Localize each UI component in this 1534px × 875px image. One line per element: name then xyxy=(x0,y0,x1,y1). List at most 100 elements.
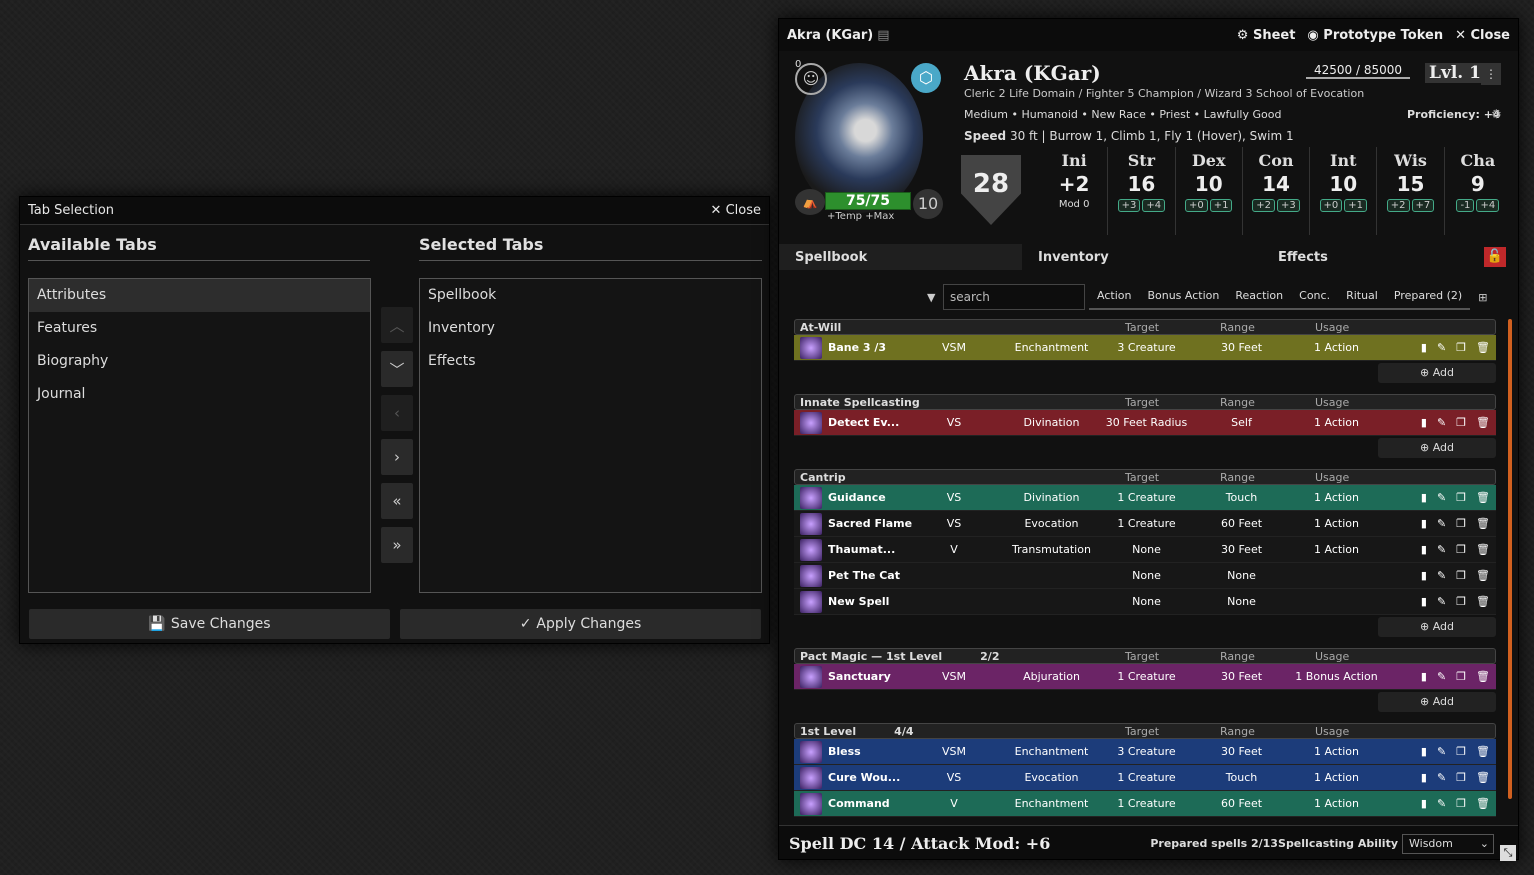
spell-row[interactable]: Sacred Flame VS Evocation 1 Creature 60 Feet… xyxy=(794,511,1496,537)
add-spell-button[interactable]: ⊕ Add xyxy=(1378,692,1496,712)
hit-dice[interactable]: 10 xyxy=(913,189,943,219)
spellcasting-ability-select[interactable]: Wisdom ⌄ xyxy=(1402,833,1494,854)
spell-row[interactable]: Cure Wou... VS Evocation 1 Creature Touch 1 A… xyxy=(794,765,1496,791)
bookmark-icon[interactable]: ▮ xyxy=(1421,491,1427,504)
save-changes-button[interactable]: 💾 Save Changes xyxy=(29,609,390,639)
spell-name[interactable]: Sanctuary xyxy=(828,670,891,683)
spell-name[interactable]: Pet The Cat xyxy=(828,569,900,582)
bookmark-icon[interactable]: ▮ xyxy=(1421,341,1427,354)
spell-row[interactable]: Guidance VS Divination 1 Creature Touch 1 Act… xyxy=(794,485,1496,511)
spell-icon[interactable] xyxy=(800,336,822,359)
spell-name[interactable]: Bane 3 /3 xyxy=(828,341,886,354)
trash-icon[interactable]: 🗑 xyxy=(1476,595,1490,608)
edit-icon[interactable]: ✎ xyxy=(1437,797,1446,810)
ability-dex[interactable]: Dex 10 +0 +1 xyxy=(1176,147,1243,235)
section-header[interactable]: Innate Spellcasting Target Range Usage xyxy=(794,394,1496,410)
trash-icon[interactable]: 🗑 xyxy=(1476,416,1490,429)
list-item[interactable]: Inventory xyxy=(420,312,761,345)
spell-name[interactable]: Guidance xyxy=(828,491,886,504)
trash-icon[interactable]: 🗑 xyxy=(1476,797,1490,810)
edit-icon[interactable]: ✎ xyxy=(1437,670,1446,683)
add-spell-button[interactable]: ⊕ Add xyxy=(1378,438,1496,458)
list-item[interactable]: Attributes xyxy=(29,279,370,312)
copy-icon[interactable]: ❐ xyxy=(1456,745,1466,758)
list-item[interactable]: Journal xyxy=(29,378,370,411)
initiative[interactable]: Ini +2 Mod 0 xyxy=(1041,147,1109,235)
character-name[interactable]: Akra (KGar) xyxy=(964,61,1101,85)
filter-prepared[interactable]: Prepared (2) xyxy=(1385,284,1471,310)
close-button[interactable]: ✕ Close xyxy=(711,203,761,218)
copy-icon[interactable]: ❐ xyxy=(1456,341,1466,354)
edit-icon[interactable]: ✎ xyxy=(1437,595,1446,608)
trash-icon[interactable]: 🗑 xyxy=(1476,491,1490,504)
spell-icon[interactable] xyxy=(800,766,822,789)
spell-icon[interactable] xyxy=(800,792,822,815)
filter-ritual[interactable]: Ritual xyxy=(1338,284,1386,310)
sheet-config-button[interactable]: ⚙ Sheet xyxy=(1237,28,1296,43)
spell-name[interactable]: Command xyxy=(828,797,890,810)
section-header[interactable]: Cantrip Target Range Usage xyxy=(794,469,1496,485)
move-up-button[interactable]: ︿ xyxy=(381,307,413,343)
spell-name[interactable]: Sacred Flame xyxy=(828,517,912,530)
section-header[interactable]: Pact Magic — 1st Level 2/2 Target Range Usag… xyxy=(794,648,1496,664)
move-all-right-button[interactable]: » xyxy=(381,527,413,563)
spell-icon[interactable] xyxy=(800,512,822,535)
spell-row[interactable]: Pet The Cat None None ▮ ✎ ❐ 🗑 xyxy=(794,563,1496,589)
prototype-token-button[interactable]: ◉ Prototype Token xyxy=(1307,28,1443,43)
edit-icon[interactable]: ✎ xyxy=(1437,569,1446,582)
tab-selection-header[interactable]: Tab Selection ✕ Close xyxy=(20,197,769,225)
trash-icon[interactable]: 🗑 xyxy=(1476,745,1490,758)
scrollbar[interactable] xyxy=(1508,319,1512,799)
section-header[interactable]: At-Will Target Range Usage xyxy=(794,319,1496,335)
bookmark-icon[interactable]: ▮ xyxy=(1421,595,1427,608)
spell-icon[interactable] xyxy=(800,740,822,763)
spell-icon[interactable] xyxy=(800,538,822,561)
slot-count[interactable]: 4/4 xyxy=(894,725,913,738)
ability-cha[interactable]: Cha 9 -1 +4 xyxy=(1445,147,1511,235)
spell-icon[interactable] xyxy=(800,411,822,434)
trash-icon[interactable]: 🗑 xyxy=(1476,670,1490,683)
resize-icon[interactable]: ⤡ xyxy=(1500,845,1516,861)
move-left-button[interactable]: ‹ xyxy=(381,395,413,431)
bookmark-icon[interactable]: ▮ xyxy=(1421,670,1427,683)
grid-icon[interactable]: ⊞ xyxy=(1478,291,1487,304)
edit-icon[interactable]: ✎ xyxy=(1437,416,1446,429)
filter-concentration[interactable]: Conc. xyxy=(1291,284,1339,310)
apply-changes-button[interactable]: ✓ Apply Changes xyxy=(400,609,761,639)
spell-row[interactable]: Command V Enchantment 1 Creature 60 Feet 1 Ac… xyxy=(794,791,1496,817)
copy-icon[interactable]: ❐ xyxy=(1456,491,1466,504)
spell-name[interactable]: Cure Wou... xyxy=(828,771,900,784)
tab-spellbook[interactable]: Spellbook xyxy=(779,244,1022,270)
spell-row[interactable]: Detect Ev... VS Divination 30 Feet Radius Se… xyxy=(794,410,1496,436)
bookmark-icon[interactable]: ▮ xyxy=(1421,797,1427,810)
copy-icon[interactable]: ❐ xyxy=(1456,771,1466,784)
bookmark-icon[interactable]: ▮ xyxy=(1421,543,1427,556)
copy-icon[interactable]: ❐ xyxy=(1456,543,1466,556)
ability-int[interactable]: Int 10 +0 +1 xyxy=(1310,147,1378,235)
spell-name[interactable]: Thaumat... xyxy=(828,543,895,556)
copy-icon[interactable]: ❐ xyxy=(1456,670,1466,683)
bookmark-icon[interactable]: ▮ xyxy=(1421,416,1427,429)
xp-value[interactable]: 42500 / 85000 xyxy=(1306,63,1410,79)
close-button[interactable]: ✕ Close xyxy=(1455,28,1510,43)
filter-reaction[interactable]: Reaction xyxy=(1227,284,1292,310)
edit-icon[interactable]: ✎ xyxy=(1437,771,1446,784)
spell-icon[interactable] xyxy=(800,590,822,613)
copy-icon[interactable]: ❐ xyxy=(1456,416,1466,429)
list-item[interactable]: Effects xyxy=(420,345,761,378)
spell-row[interactable]: Bless VSM Enchantment 3 Creature 30 Feet 1 Ac… xyxy=(794,739,1496,765)
tab-effects[interactable]: Effects xyxy=(1262,244,1482,270)
copy-icon[interactable]: ❐ xyxy=(1456,595,1466,608)
move-right-button[interactable]: › xyxy=(381,439,413,475)
trash-icon[interactable]: 🗑 xyxy=(1476,771,1490,784)
filter-bonus-action[interactable]: Bonus Action xyxy=(1139,284,1228,310)
filter-icon[interactable]: ▼ xyxy=(927,291,935,304)
copy-icon[interactable]: ❐ xyxy=(1456,569,1466,582)
bookmark-icon[interactable]: ▮ xyxy=(1421,771,1427,784)
spell-row[interactable]: Sanctuary VSM Abjuration 1 Creature 30 Feet 1… xyxy=(794,664,1496,690)
edit-icon[interactable]: ✎ xyxy=(1437,341,1446,354)
edit-icon[interactable]: ✎ xyxy=(1437,745,1446,758)
spell-row[interactable]: New Spell None None ▮ ✎ ❐ 🗑 xyxy=(794,589,1496,615)
filter-action[interactable]: Action xyxy=(1089,284,1140,310)
spell-row[interactable]: Bane 3 /3 VSM Enchantment 3 Creature 30 Feet… xyxy=(794,335,1496,361)
